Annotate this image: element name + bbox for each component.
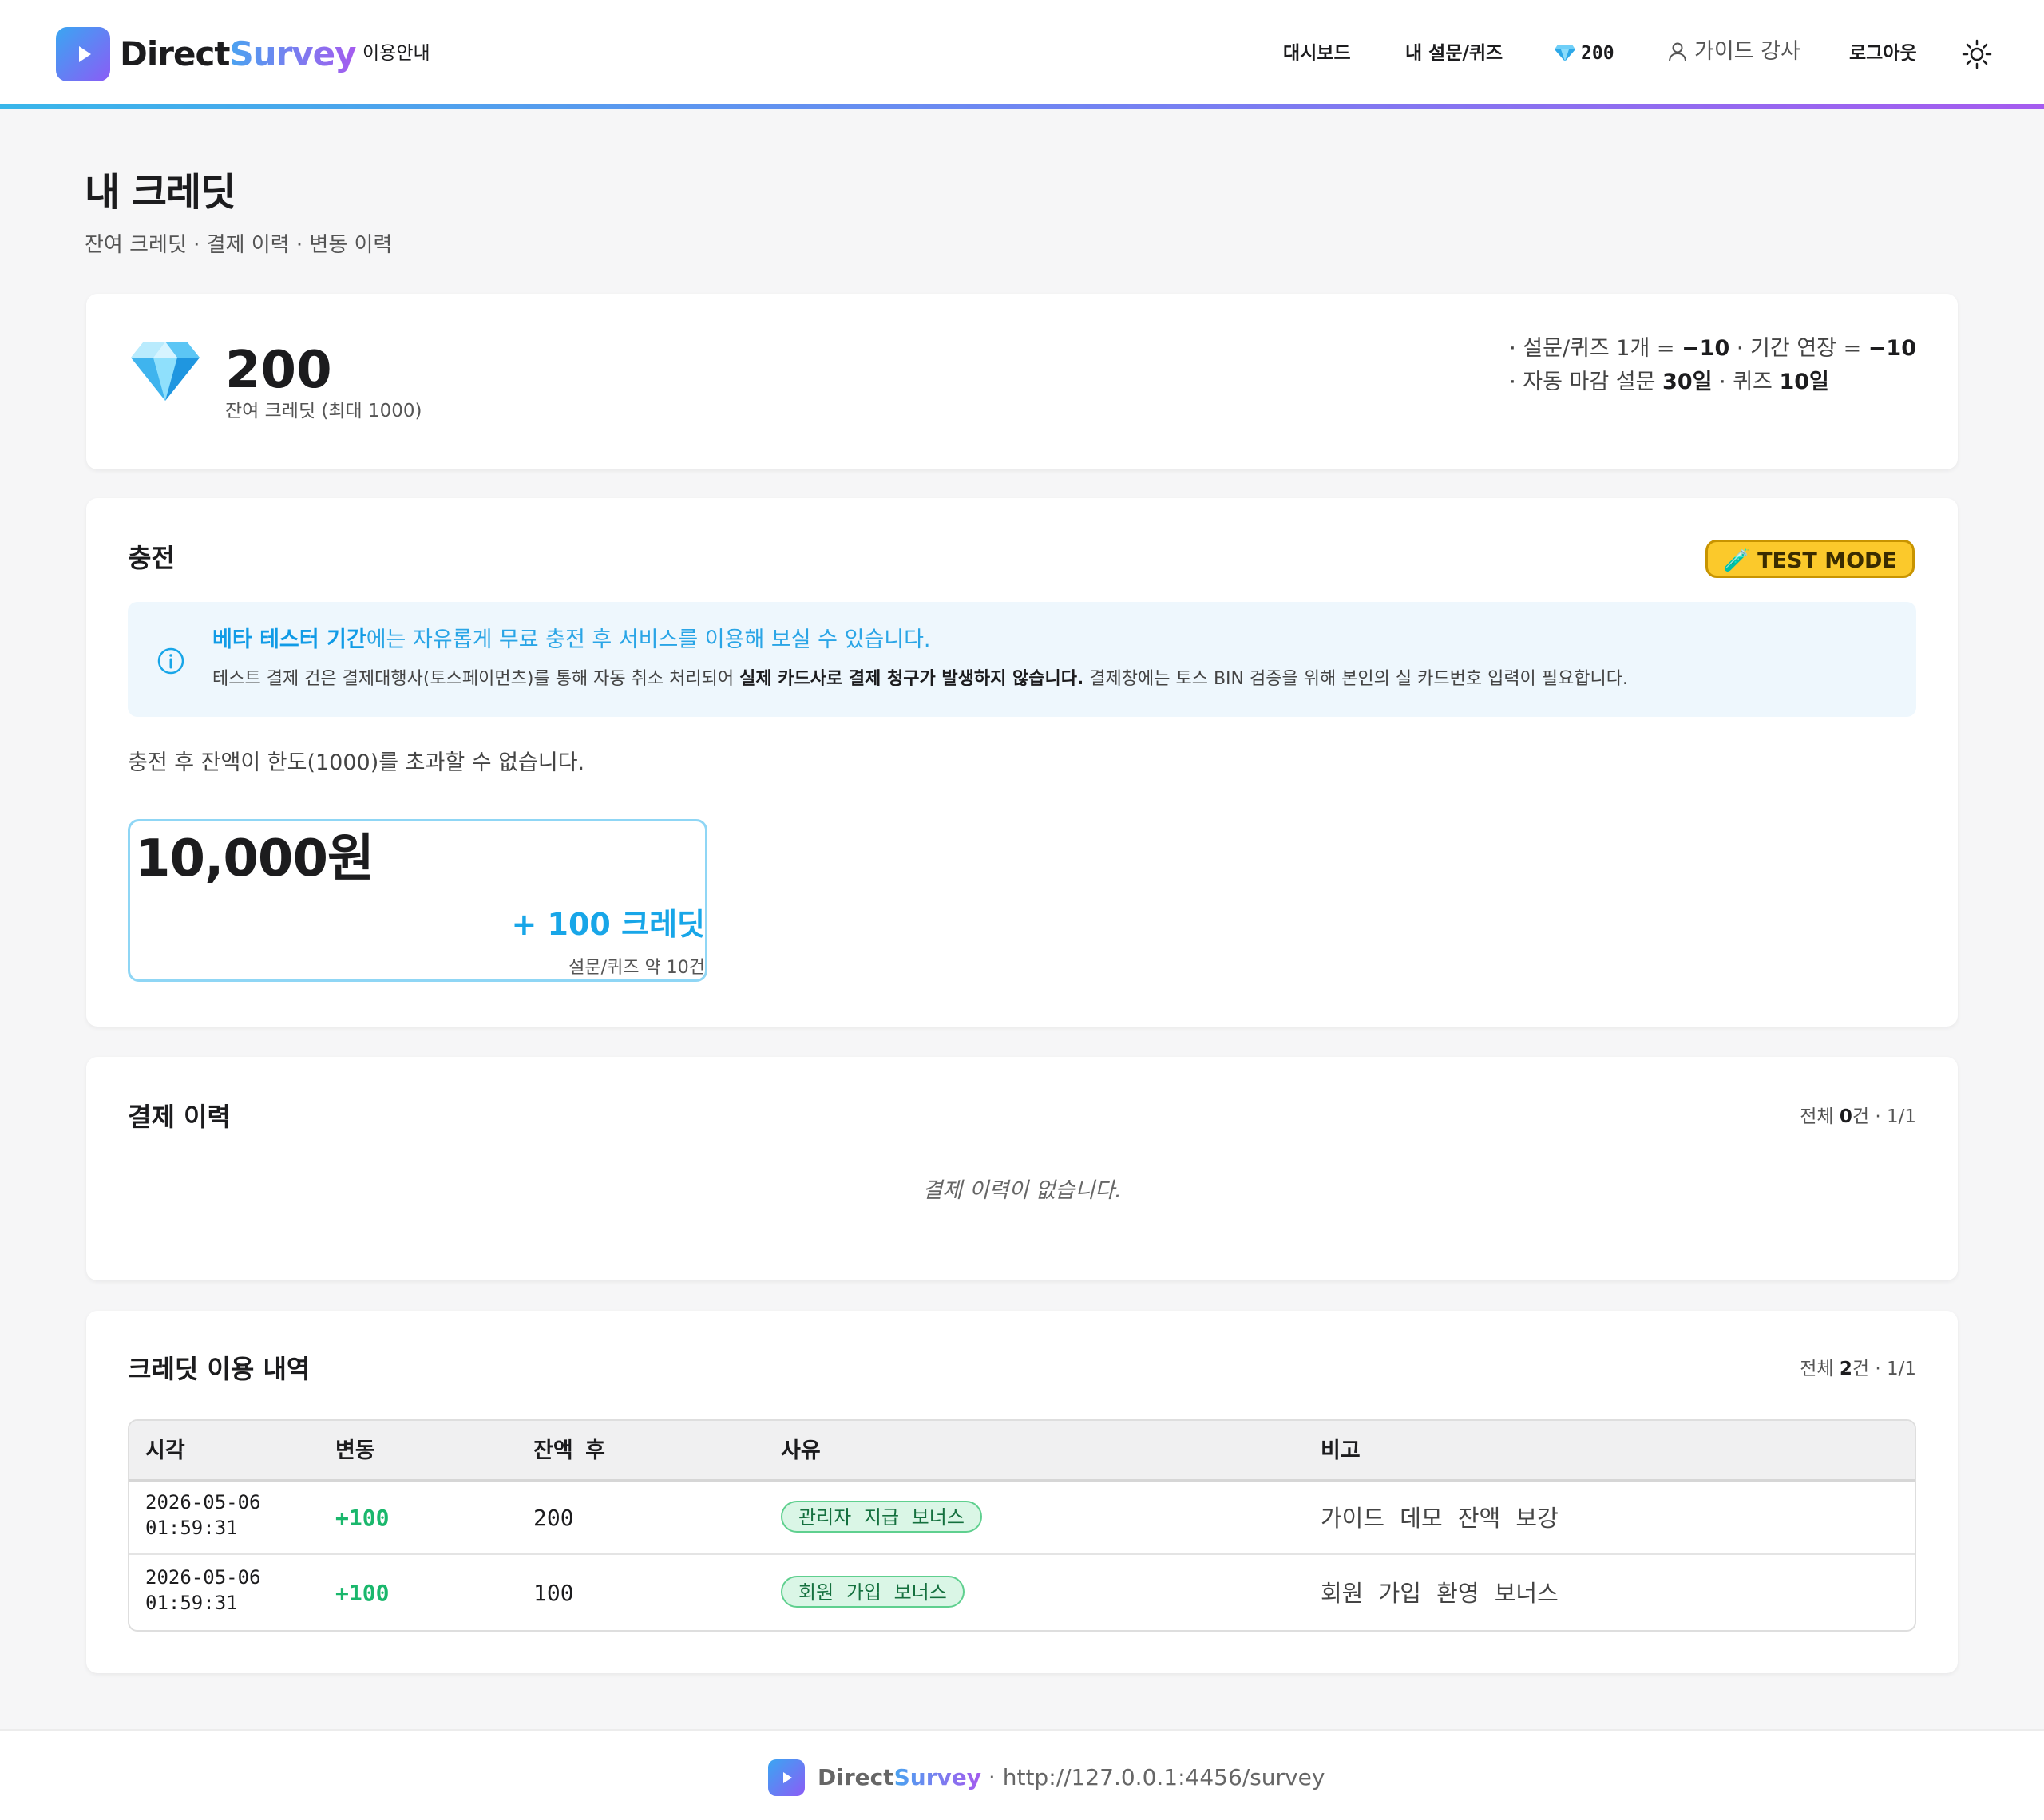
column-header-time: 시각 (145, 1438, 185, 1463)
test-mode-badge: 🧪 TEST MODE (1705, 540, 1915, 578)
row-reason-badge: 관리자 지급 보너스 (781, 1501, 982, 1533)
footer: DirectSurvey · http://127.0.0.1:4456/sur… (0, 1729, 2044, 1820)
credit-usage-card: 크레딧 이용 내역 전체 2건 · 1/1 시각 변동 잔액 후 사유 비고 2… (86, 1311, 1958, 1673)
package-price: 10,000원 (135, 829, 374, 888)
payment-history-empty: 결제 이력이 없습니다. (922, 1178, 1122, 1203)
row-note: 회원 가입 환영 보너스 (1321, 1580, 1559, 1607)
credit-rule-auto-close: · 자동 마감 설문 30일 · 퀴즈 10일 (1509, 370, 1829, 394)
column-header-change: 변동 (335, 1438, 375, 1463)
credit-usage-heading: 크레딧 이용 내역 (128, 1354, 311, 1384)
row-change: +100 (335, 1505, 390, 1531)
charge-limit-note: 충전 후 잔액이 한도(1000)를 초과할 수 없습니다. (128, 750, 585, 775)
user-icon (1669, 42, 1686, 62)
beta-info-banner: 베타 테스터 기간에는 자유롭게 무료 충전 후 서비스를 이용해 보실 수 있… (128, 602, 1916, 717)
payment-history-count: 전체 0건 · 1/1 (1800, 1106, 1916, 1127)
balance-value: 200 (225, 341, 332, 400)
brand-logo[interactable]: DirectSurvey (120, 32, 357, 77)
info-line-1: 베타 테스터 기간에는 자유롭게 무료 충전 후 서비스를 이용해 보실 수 있… (212, 627, 931, 652)
row-note: 가이드 데모 잔액 보강 (1321, 1505, 1559, 1532)
credit-rules: · 설문/퀴즈 1개 = −10 · 기간 연장 = −10 · 자동 마감 설… (1509, 332, 1916, 399)
row-balance-after: 100 (533, 1580, 574, 1606)
row-change: +100 (335, 1580, 390, 1606)
top-nav: DirectSurvey 이용안내 대시보드 내 설문/퀴즈 200 가이드 강… (0, 0, 2044, 109)
charge-package-10000[interactable]: 10,000원 + 100 크레딧 설문/퀴즈 약 10건 (128, 819, 707, 982)
row-balance-after: 200 (533, 1505, 574, 1531)
column-header-reason: 사유 (781, 1438, 821, 1463)
charge-heading: 충전 (128, 543, 175, 573)
gem-icon (131, 342, 200, 401)
nav-my-surveys-link[interactable]: 내 설문/퀴즈 (1405, 40, 1503, 67)
payment-history-card: 결제 이력 전체 0건 · 1/1 결제 이력이 없습니다. (86, 1057, 1958, 1280)
logo-icon[interactable] (56, 27, 110, 81)
column-header-note: 비고 (1321, 1438, 1361, 1463)
theme-toggle-sun-icon[interactable] (1961, 38, 1993, 70)
row-reason-badge: 회원 가입 보너스 (781, 1576, 965, 1608)
balance-card: 200 잔여 크레딧 (최대 1000) · 설문/퀴즈 1개 = −10 · … (86, 294, 1958, 469)
footer-text: DirectSurvey · http://127.0.0.1:4456/sur… (818, 1764, 1325, 1790)
page-title: 내 크레딧 (85, 170, 236, 215)
credit-usage-count: 전체 2건 · 1/1 (1800, 1359, 1916, 1379)
nav-logout-link[interactable]: 로그아웃 (1849, 40, 1917, 67)
package-survey-count: 설문/퀴즈 약 10건 (568, 958, 705, 978)
payment-history-heading: 결제 이력 (128, 1102, 231, 1132)
credit-usage-table: 시각 변동 잔액 후 사유 비고 2026-05-06 01:59:31 +100… (128, 1419, 1916, 1632)
nav-credit-balance[interactable]: 200 (1554, 38, 1614, 69)
row-time: 2026-05-06 01:59:31 (145, 1491, 261, 1539)
credit-rule-cost: · 설문/퀴즈 1개 = −10 · 기간 연장 = −10 (1509, 336, 1916, 361)
footer-url[interactable]: · http://127.0.0.1:4456/survey (981, 1764, 1325, 1790)
column-header-balance-after: 잔액 후 (533, 1438, 605, 1463)
row-time: 2026-05-06 01:59:31 (145, 1566, 261, 1614)
page-subtitle: 잔여 크레딧 · 결제 이력 · 변동 이력 (85, 233, 393, 257)
package-credit: + 100 크레딧 (511, 907, 705, 942)
gem-icon (1555, 45, 1575, 61)
nav-user-profile[interactable]: 가이드 강사 (1667, 37, 1800, 67)
table-row: 2026-05-06 01:59:31 +100 100 회원 가입 보너스 회원… (129, 1557, 1915, 1630)
table-row: 2026-05-06 01:59:31 +100 200 관리자 지급 보너스 가… (129, 1482, 1915, 1555)
nav-accent-line (0, 104, 2044, 109)
balance-label: 잔여 크레딧 (최대 1000) (225, 401, 422, 421)
nav-guide-link[interactable]: 이용안내 (362, 40, 430, 67)
footer-logo-icon (768, 1759, 805, 1796)
table-header: 시각 변동 잔액 후 사유 비고 (129, 1421, 1915, 1482)
charge-card: 충전 🧪 TEST MODE 베타 테스터 기간에는 자유롭게 무료 충전 후 … (86, 498, 1958, 1027)
info-icon (157, 647, 184, 675)
nav-dashboard-link[interactable]: 대시보드 (1283, 40, 1351, 67)
info-line-2: 테스트 결제 건은 결제대행사(토스페이먼츠)를 통해 자동 취소 처리되어 실… (212, 669, 1628, 689)
